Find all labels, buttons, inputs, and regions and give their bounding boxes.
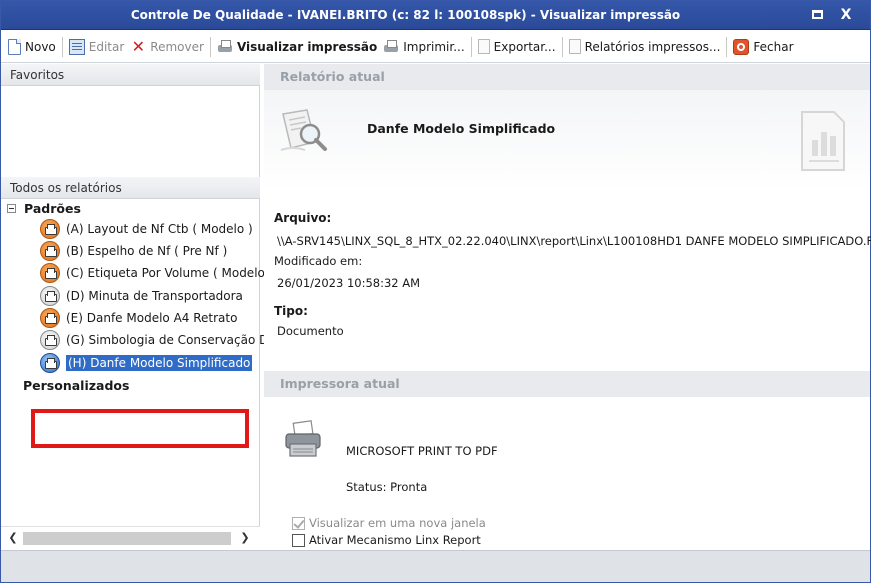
- maximize-icon: [811, 10, 823, 19]
- details-panel: Relatório atual Danfe Modelo Simplificad…: [264, 64, 871, 548]
- scrollbar-thumb[interactable]: [23, 532, 231, 545]
- visualizar-nova-janela-checkbox[interactable]: Visualizar em uma nova janela: [292, 516, 486, 530]
- modificado-value: 26/01/2023 10:58:32 AM: [277, 276, 421, 290]
- tree-item[interactable]: (A) Layout de Nf Ctb ( Modelo ): [40, 218, 253, 239]
- toolbar: Novo Editar ✕ Remover Visualizar impress…: [1, 31, 870, 63]
- novo-button[interactable]: Novo: [5, 35, 59, 59]
- tree-item[interactable]: (D) Minuta de Transportadora: [40, 285, 243, 306]
- report-icon: [40, 352, 60, 373]
- tree-item[interactable]: (E) Danfe Modelo A4 Retrato: [40, 307, 237, 328]
- printed-reports-icon: [568, 39, 581, 54]
- close-icon: X: [840, 7, 852, 23]
- ativar-linx-report-checkbox[interactable]: Ativar Mecanismo Linx Report: [292, 533, 481, 547]
- export-icon: [477, 39, 490, 54]
- report-icon: [40, 218, 60, 239]
- tree-item-label: (H) Danfe Modelo Simplificado: [66, 354, 253, 371]
- collapse-icon[interactable]: [7, 204, 16, 213]
- printer-icon: [285, 420, 321, 457]
- arquivo-value: \\A-SRV145\LINX_SQL_8_HTX_02.22.040\LINX…: [277, 234, 871, 248]
- imprimir-button[interactable]: Imprimir...: [380, 35, 467, 59]
- toolbar-separator: [470, 36, 472, 57]
- novo-label: Novo: [25, 39, 56, 54]
- horizontal-scrollbar[interactable]: ❮ ❯: [1, 526, 260, 548]
- checkbox-label: Visualizar em uma nova janela: [309, 516, 486, 530]
- scroll-right-icon[interactable]: ❯: [237, 530, 253, 546]
- modificado-label: Modificado em:: [274, 254, 363, 268]
- report-icon: [40, 285, 60, 306]
- group-padroes[interactable]: Padrões: [7, 201, 81, 216]
- fechar-button[interactable]: Fechar: [730, 35, 796, 59]
- tree-item-label: (B) Espelho de Nf ( Pre Nf ): [66, 243, 228, 258]
- tree-item-label: (A) Layout de Nf Ctb ( Modelo ): [66, 221, 253, 236]
- tree-item-label: (G) Simbologia de Conservação Do: [66, 332, 276, 347]
- app-window: Controle De Qualidade - IVANEI.BRITO (c:…: [0, 0, 871, 583]
- report-magnifier-icon: [280, 109, 327, 151]
- group-personalizados[interactable]: Personalizados: [23, 378, 129, 393]
- tree-item-label: (E) Danfe Modelo A4 Retrato: [66, 310, 238, 325]
- window-title: Controle De Qualidade - IVANEI.BRITO (c:…: [130, 8, 681, 22]
- report-icon: [40, 307, 60, 328]
- status-bar: [1, 550, 870, 582]
- tipo-label: Tipo:: [274, 304, 308, 318]
- toolbar-separator: [726, 36, 728, 57]
- fechar-label: Fechar: [753, 39, 794, 54]
- reports-panel: Favoritos Todos os relatórios Padrões (A…: [1, 64, 276, 548]
- imprimir-label: Imprimir...: [403, 39, 465, 54]
- report-name: Danfe Modelo Simplificado: [367, 121, 556, 136]
- tree-item-label: (D) Minuta de Transportadora: [66, 288, 243, 303]
- reports-tree: Padrões (A) Layout de Nf Ctb ( Modelo ) …: [1, 201, 276, 526]
- edit-icon: [68, 38, 85, 55]
- impressora-atual-header: Impressora atual: [264, 371, 870, 397]
- checkbox-checked-icon[interactable]: [292, 516, 305, 530]
- relatorios-impressos-button[interactable]: Relatórios impressos...: [566, 35, 724, 59]
- toolbar-separator: [209, 36, 211, 57]
- printer-icon: [383, 39, 399, 55]
- report-icon: [40, 240, 60, 261]
- title-bar: Controle De Qualidade - IVANEI.BRITO (c:…: [1, 1, 870, 30]
- relatorio-atual-header: Relatório atual: [264, 64, 870, 90]
- tipo-value: Documento: [277, 324, 344, 338]
- arquivo-label: Arquivo:: [274, 211, 332, 225]
- todos-relatorios-header: Todos os relatórios: [1, 177, 260, 199]
- checkbox-label: Ativar Mecanismo Linx Report: [309, 533, 481, 547]
- selection-highlight: [31, 409, 249, 448]
- exportar-button[interactable]: Exportar...: [475, 35, 559, 59]
- exportar-label: Exportar...: [493, 39, 556, 54]
- group-padroes-label: Padrões: [24, 201, 81, 216]
- visualizar-impressao-button[interactable]: Visualizar impressão: [214, 35, 380, 59]
- editar-button[interactable]: Editar: [66, 35, 128, 59]
- scroll-left-icon[interactable]: ❮: [5, 530, 21, 546]
- report-icon: [40, 329, 60, 350]
- tree-item[interactable]: (C) Etiqueta Por Volume ( Modelo ): [40, 262, 273, 283]
- tree-item[interactable]: (B) Espelho de Nf ( Pre Nf ): [40, 240, 227, 261]
- group-personalizados-label: Personalizados: [23, 378, 130, 393]
- remover-button[interactable]: ✕ Remover: [127, 35, 207, 59]
- report-icon: [40, 262, 60, 283]
- new-document-icon: [8, 38, 21, 55]
- editar-label: Editar: [88, 39, 125, 54]
- checkbox-icon[interactable]: [292, 533, 305, 547]
- printer-status: Status: Pronta: [346, 480, 428, 494]
- favoritos-header: Favoritos: [1, 64, 260, 86]
- print-preview-icon: [217, 39, 233, 55]
- tree-item-selected[interactable]: (H) Danfe Modelo Simplificado: [40, 352, 253, 373]
- close-button[interactable]: X: [835, 5, 857, 25]
- visualizar-label: Visualizar impressão: [236, 39, 378, 54]
- power-icon: [733, 38, 750, 55]
- maximize-button[interactable]: [806, 5, 828, 25]
- remover-label: Remover: [150, 39, 204, 54]
- remove-icon: ✕: [131, 36, 145, 56]
- toolbar-separator: [61, 36, 63, 57]
- printer-name: MICROSOFT PRINT TO PDF: [346, 444, 498, 458]
- tree-item[interactable]: (G) Simbologia de Conservação Do: [40, 329, 276, 350]
- tree-item-label: (C) Etiqueta Por Volume ( Modelo ): [66, 265, 274, 280]
- chart-document-icon: [801, 111, 845, 171]
- relatorios-label: Relatórios impressos...: [584, 39, 721, 54]
- toolbar-separator: [561, 36, 563, 57]
- report-band: [264, 90, 870, 190]
